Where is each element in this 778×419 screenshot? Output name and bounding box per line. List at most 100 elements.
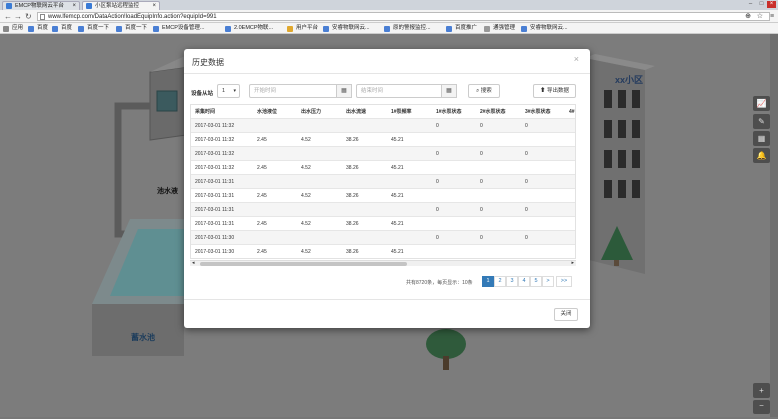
export-data-button[interactable]: ⬆ 导出数据 xyxy=(533,84,576,98)
start-time-input[interactable]: 开始时间 xyxy=(249,84,337,98)
bookmark-item[interactable]: 百度 xyxy=(52,24,72,33)
table-cell: 0 xyxy=(436,179,439,185)
table-row: 2017-03-01 11:32 0 0 0 xyxy=(191,119,575,133)
table-row: 2017-03-01 11:31 2.45 4.52 38.26 45.21 xyxy=(191,217,575,231)
minimize-icon[interactable]: – xyxy=(746,1,755,8)
modal-header: 历史数据 × xyxy=(184,49,590,74)
bookmark-item[interactable]: 安睿物联网云... xyxy=(521,24,568,33)
zoom-out-icon[interactable]: − xyxy=(753,400,770,414)
page-button-2[interactable]: 2 xyxy=(494,276,506,287)
trend-chart-icon[interactable]: 📈 xyxy=(753,96,770,111)
table-row: 2017-03-01 11:30 2.45 4.52 38.26 45.21 xyxy=(191,245,575,258)
tab-close-icon[interactable]: × xyxy=(152,2,156,10)
address-bar: ← → ↻ www.lfemcp.com/DataAction!loadEqui… xyxy=(0,10,778,23)
tab-emcp[interactable]: EMCP物联网云平台 × xyxy=(2,1,80,10)
tab-close-icon[interactable]: × xyxy=(72,2,76,10)
browser-chrome: EMCP物联网云平台 × 小区泵站远程监控 × – □ × ← → ↻ www.… xyxy=(0,0,778,34)
column-header: 采集时间 xyxy=(195,109,216,115)
tab-bar: EMCP物联网云平台 × 小区泵站远程监控 × – □ × xyxy=(0,0,778,10)
bookmark-item[interactable]: 2.0EMCP物联... xyxy=(225,24,273,33)
table-cell: 45.21 xyxy=(391,137,404,143)
bookmarks-bar: 应用 百度 百度 百度一下 百度一下 EMCP设备管理... 2.0EMCP物联… xyxy=(0,23,778,34)
table-cell: 0 xyxy=(525,123,528,129)
table-header-row: 采集时间 水池液位 出水压力 出水流速 1#泵频率 1#水泵状态 2#水泵状态 … xyxy=(191,105,575,119)
page-scrollbar[interactable] xyxy=(770,34,778,417)
page-button-5[interactable]: 5 xyxy=(530,276,542,287)
table-row: 2017-03-01 11:32 2.45 4.52 38.26 45.21 xyxy=(191,133,575,147)
end-time-input[interactable]: 结束时间 xyxy=(356,84,442,98)
calendar-icon[interactable]: ▦ xyxy=(441,84,457,98)
menu-icon[interactable]: ≡ xyxy=(770,12,774,21)
table-cell: 2017-03-01 11:32 xyxy=(195,123,235,129)
back-icon[interactable]: ← xyxy=(4,12,12,21)
table-cell: 0 xyxy=(525,207,528,213)
table-cell: 0 xyxy=(436,123,439,129)
device-select-value: 1 xyxy=(222,88,226,94)
maximize-icon[interactable]: □ xyxy=(757,1,766,8)
device-select[interactable]: 1 ▾ xyxy=(217,84,240,98)
table-cell: 0 xyxy=(480,235,483,241)
table-cell: 0 xyxy=(480,151,483,157)
table-cell: 38.26 xyxy=(346,221,359,227)
table-cell: 2.45 xyxy=(257,165,267,171)
end-time-placeholder: 结束时间 xyxy=(361,88,384,94)
history-data-table: 采集时间 水池液位 出水压力 出水流速 1#泵频率 1#水泵状态 2#水泵状态 … xyxy=(190,104,576,259)
bookmark-item[interactable]: 原的警报监控... xyxy=(384,24,431,33)
search-icon: ⌕ xyxy=(476,88,480,94)
zoom-icon[interactable]: ⊕ xyxy=(745,13,751,21)
bookmark-item[interactable]: EMCP设备管理... xyxy=(153,24,204,33)
close-icon[interactable]: × xyxy=(574,54,579,64)
table-cell: 0 xyxy=(480,179,483,185)
table-row: 2017-03-01 11:31 0 0 0 xyxy=(191,203,575,217)
close-window-icon[interactable]: × xyxy=(767,1,776,8)
bookmark-item[interactable]: 百度一下 xyxy=(116,24,147,33)
page-button-4[interactable]: 4 xyxy=(518,276,530,287)
table-horizontal-scrollbar[interactable]: ◂ ▸ xyxy=(190,260,576,266)
bookmark-item[interactable]: 应用 xyxy=(3,24,23,33)
url-text: www.lfemcp.com/DataAction!loadEquipInfo.… xyxy=(48,14,217,20)
table-icon[interactable]: ▦ xyxy=(753,131,770,146)
bookmark-item[interactable]: 百度 xyxy=(28,24,48,33)
table-row: 2017-03-01 11:30 0 0 0 xyxy=(191,231,575,245)
bookmark-item[interactable]: 百度一下 xyxy=(78,24,109,33)
tab-label: 小区泵站远程监控 xyxy=(95,3,140,9)
modal-title: 历史数据 xyxy=(192,58,224,67)
forward-icon[interactable]: → xyxy=(14,12,22,21)
close-button[interactable]: 关闭 xyxy=(554,308,578,321)
column-header: 1#水泵状态 xyxy=(436,109,462,115)
zoom-in-icon[interactable]: + xyxy=(753,383,770,398)
scrollbar-thumb[interactable] xyxy=(200,262,407,266)
table-row: 2017-03-01 11:31 0 0 0 xyxy=(191,175,575,189)
edit-icon[interactable]: ✎ xyxy=(753,114,770,129)
export-icon: ⬆ xyxy=(539,88,546,94)
table-cell: 38.26 xyxy=(346,249,359,255)
reload-icon[interactable]: ↻ xyxy=(25,12,32,21)
scroll-left-icon[interactable]: ◂ xyxy=(192,260,195,266)
tab-pump-monitor[interactable]: 小区泵站远程监控 × xyxy=(82,1,160,10)
bookmark-item[interactable]: 用户平台 xyxy=(287,24,318,33)
bookmark-item[interactable]: 通强管理 xyxy=(484,24,515,33)
scroll-right-icon[interactable]: ▸ xyxy=(571,260,574,266)
next-page-button[interactable]: > xyxy=(542,276,554,287)
bookmark-item[interactable]: 安睿物联网云... xyxy=(323,24,370,33)
table-row: 2017-03-01 11:32 2.45 4.52 38.26 45.21 xyxy=(191,161,575,175)
page-icon xyxy=(40,14,45,20)
calendar-icon[interactable]: ▦ xyxy=(336,84,352,98)
export-button-label: 导出数据 xyxy=(547,88,570,94)
table-cell: 4.52 xyxy=(301,137,311,143)
star-icon[interactable]: ☆ xyxy=(757,13,763,21)
page-button-3[interactable]: 3 xyxy=(506,276,518,287)
bookmark-item[interactable]: 百度推广 xyxy=(446,24,477,33)
last-page-button[interactable]: >> xyxy=(556,276,572,287)
table-cell: 0 xyxy=(436,207,439,213)
chevron-down-icon: ▾ xyxy=(233,88,236,94)
table-cell: 4.52 xyxy=(301,193,311,199)
bell-icon[interactable]: 🔔 xyxy=(753,148,770,163)
url-input[interactable]: www.lfemcp.com/DataAction!loadEquipInfo.… xyxy=(37,12,770,21)
table-cell: 2017-03-01 11:31 xyxy=(195,207,235,213)
page-button-1[interactable]: 1 xyxy=(482,276,494,287)
column-header: 3#水泵状态 xyxy=(525,109,551,115)
table-cell: 0 xyxy=(436,235,439,241)
building-label: xx小区 xyxy=(615,75,644,85)
search-button[interactable]: ⌕ 搜索 xyxy=(468,84,500,98)
